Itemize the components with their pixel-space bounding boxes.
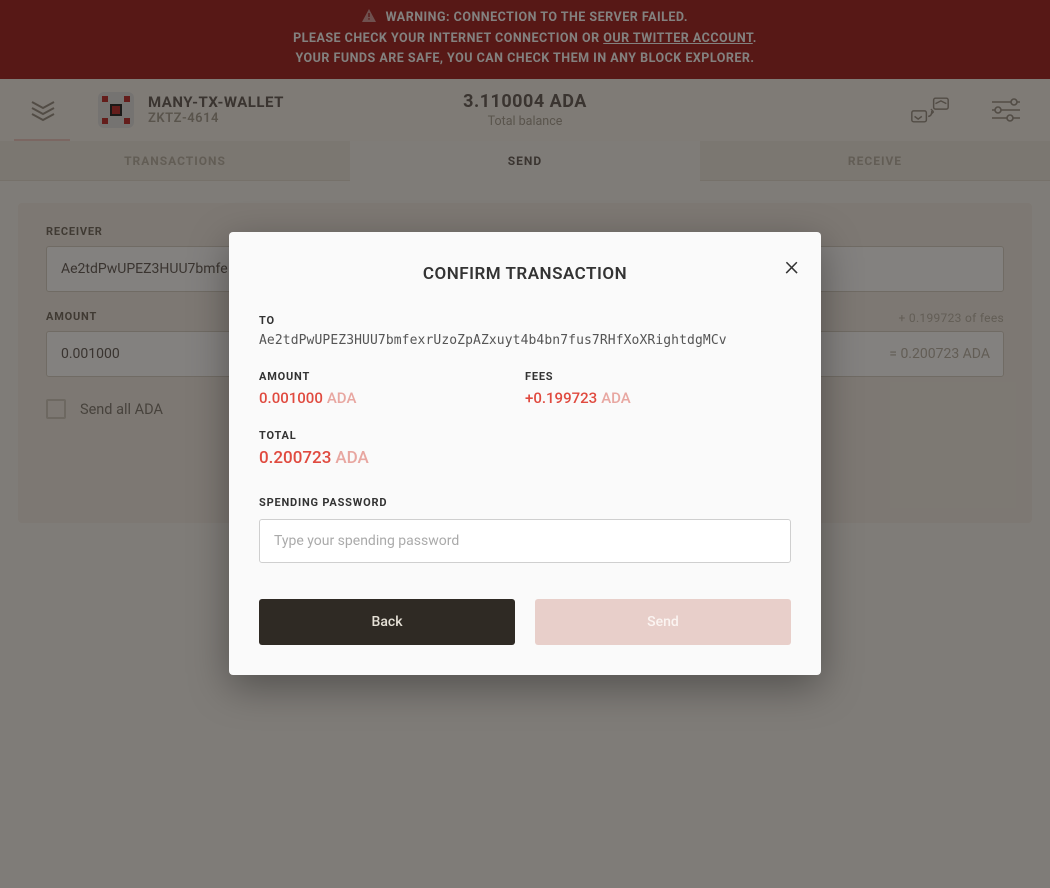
modal-overlay: CONFIRM TRANSACTION × TO Ae2tdPwUPEZ3HUU… <box>0 0 1050 888</box>
modal-fees-value: +0.199723ADA <box>525 389 791 407</box>
send-button[interactable]: Send <box>535 599 791 645</box>
back-button-label: Back <box>372 614 403 630</box>
modal-fees-unit: ADA <box>601 389 631 407</box>
modal-amount-unit: ADA <box>327 389 357 407</box>
modal-total-value: 0.200723ADA <box>259 448 791 468</box>
modal-amount-label: AMOUNT <box>259 370 525 383</box>
spending-password-label: SPENDING PASSWORD <box>259 496 791 509</box>
back-button[interactable]: Back <box>259 599 515 645</box>
spending-password-input[interactable] <box>259 519 791 563</box>
send-button-label: Send <box>647 614 679 630</box>
close-icon[interactable]: × <box>784 252 799 280</box>
modal-fees-num: +0.199723 <box>525 389 597 407</box>
modal-to-label: TO <box>259 314 791 327</box>
modal-amount-num: 0.001000 <box>259 389 323 407</box>
modal-total-num: 0.200723 <box>259 448 331 468</box>
modal-title: CONFIRM TRANSACTION <box>259 264 791 284</box>
modal-fees-label: FEES <box>525 370 791 383</box>
confirm-modal: CONFIRM TRANSACTION × TO Ae2tdPwUPEZ3HUU… <box>229 232 821 675</box>
modal-total-unit: ADA <box>335 448 368 468</box>
modal-amount-value: 0.001000ADA <box>259 389 525 407</box>
modal-to-address: Ae2tdPwUPEZ3HUU7bmfexrUzoZpAZxuyt4b4bn7f… <box>259 333 791 348</box>
modal-total-label: TOTAL <box>259 429 791 442</box>
